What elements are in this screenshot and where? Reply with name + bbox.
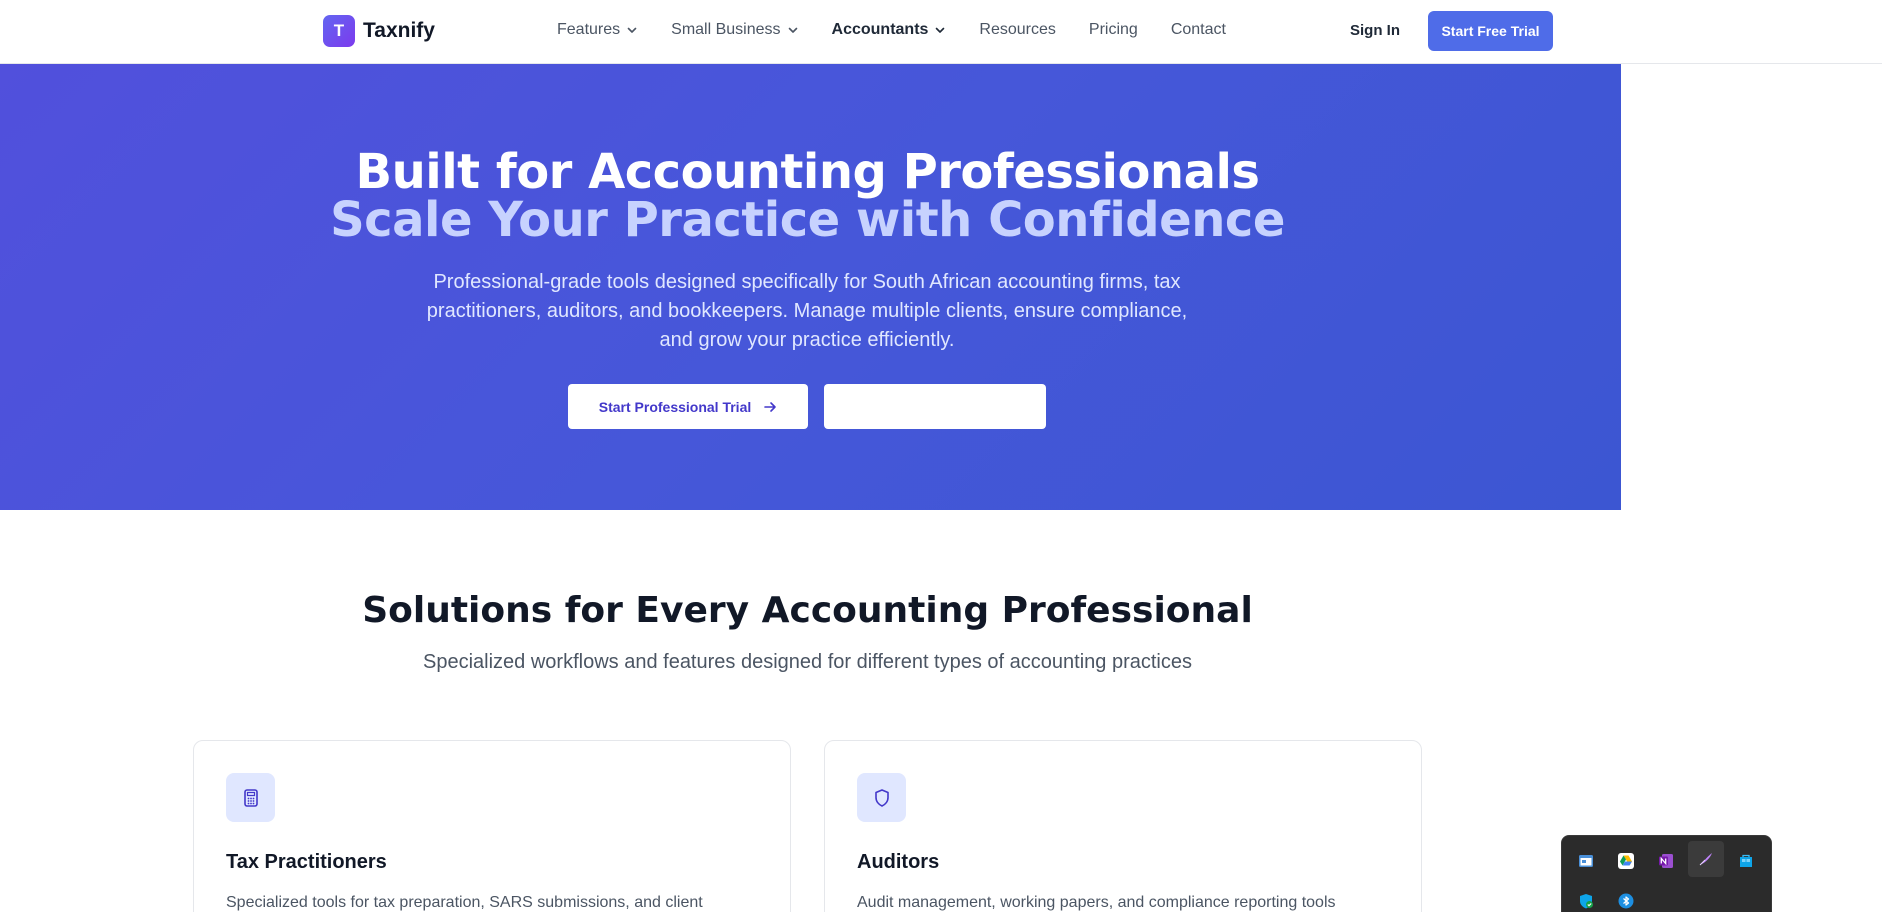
button-label: Start Professional Trial	[598, 398, 752, 415]
calculator-icon	[226, 773, 275, 822]
window-app-icon[interactable]	[1568, 843, 1604, 879]
shield-icon	[857, 773, 906, 822]
nav-item-pricing[interactable]: Pricing	[1089, 21, 1138, 39]
arrow-right-icon	[764, 401, 777, 412]
card-title: Auditors	[857, 851, 940, 873]
solutions-subtitle: Specialized workflows and features desig…	[423, 651, 1192, 673]
secondary-hero-button[interactable]	[824, 384, 1046, 429]
nav-item-accountants[interactable]: Accountants	[832, 21, 947, 39]
start-professional-trial-button[interactable]: Start Professional Trial	[568, 384, 808, 429]
nav-item-label: Pricing	[1088, 21, 1138, 38]
pen-icon[interactable]	[1688, 841, 1724, 877]
nav-item-resources[interactable]: Resources	[979, 21, 1055, 39]
nav-item-label: Features	[557, 21, 621, 38]
nav-item-label: Resources	[979, 21, 1056, 38]
hero-subtitle: Professional-grade tools designed specif…	[426, 271, 1188, 351]
card-title: Tax Practitioners	[226, 851, 387, 873]
chevron-down-icon	[788, 27, 797, 33]
nav-item-contact[interactable]: Contact	[1171, 21, 1226, 39]
card-tax-practitioners[interactable]: Tax Practitioners Specialized tools for …	[193, 740, 791, 912]
bluetooth-icon[interactable]	[1608, 883, 1644, 912]
main-menu: Features Small Business Accountants Reso…	[557, 21, 1259, 39]
sign-in-link[interactable]: Sign In	[1350, 22, 1400, 39]
hero-title-secondary: Scale Your Practice with Confidence	[330, 192, 1285, 248]
solutions-title: Solutions for Every Accounting Professio…	[362, 590, 1253, 631]
start-free-trial-button[interactable]: Start Free Trial	[1428, 11, 1553, 51]
logo-mark: T	[323, 15, 355, 47]
system-tray-overflow	[1561, 835, 1772, 912]
chevron-down-icon	[936, 27, 945, 33]
chevron-down-icon	[627, 27, 637, 33]
nav-item-features[interactable]: Features	[557, 21, 638, 39]
store-icon[interactable]	[1728, 843, 1764, 879]
nav-item-label: Contact	[1170, 21, 1226, 38]
google-drive-icon[interactable]	[1608, 843, 1644, 879]
card-auditors[interactable]: Auditors Audit management, working paper…	[824, 740, 1422, 912]
nav-item-label: Accountants	[831, 21, 929, 38]
nav-item-small-business[interactable]: Small Business	[671, 21, 798, 39]
top-nav: T Taxnify Features Small Business Accoun…	[0, 0, 1882, 64]
logo[interactable]: T Taxnify	[323, 15, 435, 47]
logo-text: Taxnify	[363, 19, 435, 42]
card-description: Audit management, working papers, and co…	[857, 894, 1336, 911]
defender-icon[interactable]	[1568, 883, 1604, 912]
nav-item-label: Small Business	[671, 21, 781, 38]
onenote-icon[interactable]	[1648, 843, 1684, 879]
hero-section: Built for Accounting Professionals Scale…	[0, 64, 1621, 510]
card-description: Specialized tools for tax preparation, S…	[226, 894, 703, 911]
page: T Taxnify Features Small Business Accoun…	[0, 0, 1882, 912]
